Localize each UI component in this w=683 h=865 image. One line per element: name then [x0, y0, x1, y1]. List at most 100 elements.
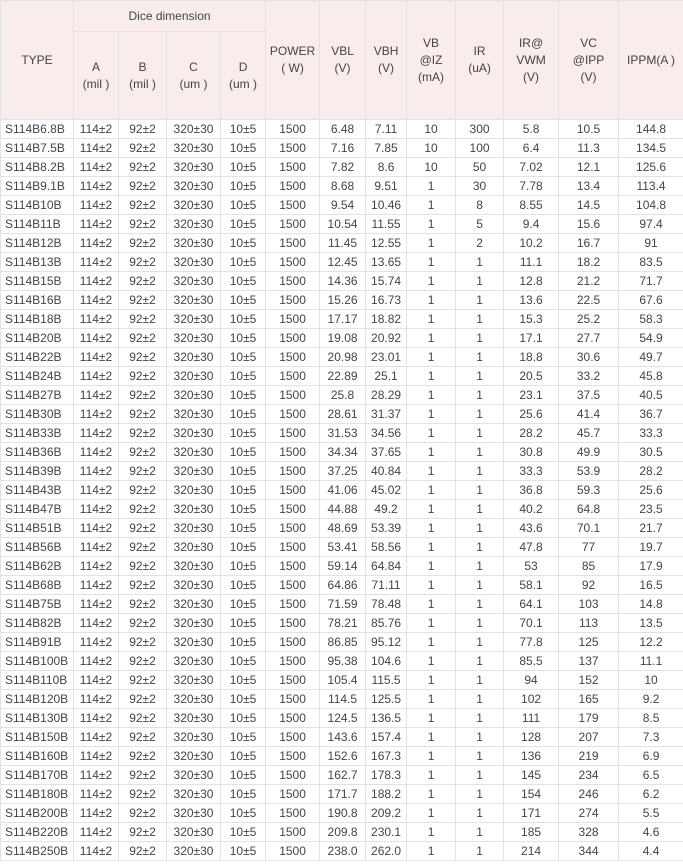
cell-ippm: 125.6 [618, 157, 683, 177]
cell-dim-d: 10±5 [219, 461, 267, 481]
cell-power: 1500 [265, 385, 321, 405]
cell-type: S114B27B [0, 385, 74, 405]
cell-ippm: 17.9 [618, 556, 683, 576]
cell-vc-ipp: 64.8 [558, 499, 620, 519]
cell-power: 1500 [265, 632, 321, 652]
cell-dim-b: 92±2 [118, 176, 167, 196]
cell-vbh: 9.51 [365, 176, 408, 196]
cell-type: S114B51B [0, 518, 74, 538]
cell-type: S114B39B [0, 461, 74, 481]
table-row: S114B56B 114±2 92±2 320±30 10±5 1500 53.41 58.5… [0, 537, 683, 557]
cell-vc-ipp: 15.6 [558, 214, 620, 234]
cell-dim-a: 114±2 [73, 233, 119, 253]
cell-ir: 1 [455, 784, 505, 804]
table-row: S114B11B 114±2 92±2 320±30 10±5 1500 10.54 11.5… [0, 214, 683, 234]
cell-type: S114B130B [0, 708, 74, 728]
cell-vbl: 143.6 [319, 727, 367, 747]
spec-table: TYPE Dice dimension POWER( W) VBL (V) VBH… [0, 0, 683, 861]
cell-dim-b: 92±2 [118, 708, 167, 728]
cell-power: 1500 [265, 119, 321, 139]
cell-dim-a: 114±2 [73, 689, 119, 709]
cell-ir-vwm: 10.2 [503, 233, 560, 253]
cell-power: 1500 [265, 708, 321, 728]
cell-vbh: 37.65 [365, 442, 408, 462]
cell-vbl: 15.26 [319, 290, 367, 310]
cell-type: S114B62B [0, 556, 74, 576]
cell-ippm: 14.8 [618, 594, 683, 614]
cell-dim-b: 92±2 [118, 575, 167, 595]
cell-vbl: 7.16 [319, 138, 367, 158]
cell-power: 1500 [265, 556, 321, 576]
cell-dim-d: 10±5 [219, 233, 267, 253]
cell-dim-d: 10±5 [219, 214, 267, 234]
cell-ir-vwm: 7.02 [503, 157, 560, 177]
cell-dim-d: 10±5 [219, 746, 267, 766]
cell-type: S114B8.2B [0, 157, 74, 177]
cell-dim-d: 10±5 [219, 594, 267, 614]
cell-vb-iz: 1 [406, 480, 457, 500]
cell-dim-a: 114±2 [73, 575, 119, 595]
cell-ir-vwm: 94 [503, 670, 560, 690]
cell-vbl: 11.45 [319, 233, 367, 253]
cell-ippm: 4.4 [618, 841, 683, 861]
cell-power: 1500 [265, 290, 321, 310]
cell-power: 1500 [265, 613, 321, 633]
header-vc-ipp: VC @IPP (V) [558, 0, 620, 120]
cell-vbl: 44.88 [319, 499, 367, 519]
cell-ippm: 25.6 [618, 480, 683, 500]
cell-dim-b: 92±2 [118, 670, 167, 690]
cell-dim-b: 92±2 [118, 518, 167, 538]
cell-vbh: 71.11 [365, 575, 408, 595]
cell-power: 1500 [265, 233, 321, 253]
cell-dim-b: 92±2 [118, 309, 167, 329]
cell-dim-c: 320±30 [166, 670, 221, 690]
cell-power: 1500 [265, 366, 321, 386]
cell-dim-d: 10±5 [219, 518, 267, 538]
cell-dim-b: 92±2 [118, 366, 167, 386]
cell-dim-c: 320±30 [166, 309, 221, 329]
cell-ir-vwm: 58.1 [503, 575, 560, 595]
cell-dim-a: 114±2 [73, 746, 119, 766]
cell-power: 1500 [265, 461, 321, 481]
cell-type: S114B200B [0, 803, 74, 823]
cell-type: S114B56B [0, 537, 74, 557]
header-dice-dimension: Dice dimension [72, 0, 267, 32]
cell-vc-ipp: 85 [558, 556, 620, 576]
cell-power: 1500 [265, 784, 321, 804]
cell-ir-vwm: 20.5 [503, 366, 560, 386]
cell-vc-ipp: 246 [558, 784, 620, 804]
cell-dim-c: 320±30 [166, 385, 221, 405]
cell-dim-b: 92±2 [118, 537, 167, 557]
cell-vb-iz: 10 [406, 138, 457, 158]
cell-vb-iz: 1 [406, 784, 457, 804]
cell-vb-iz: 1 [406, 727, 457, 747]
cell-ir-vwm: 43.6 [503, 518, 560, 538]
cell-dim-d: 10±5 [219, 670, 267, 690]
cell-vb-iz: 1 [406, 822, 457, 842]
cell-dim-a: 114±2 [73, 347, 119, 367]
cell-type: S114B100B [0, 651, 74, 671]
cell-ir-vwm: 214 [503, 841, 560, 861]
cell-dim-b: 92±2 [118, 214, 167, 234]
table-row: S114B16B 114±2 92±2 320±30 10±5 1500 15.26 16.7… [0, 290, 683, 310]
header-power: POWER( W) [265, 0, 321, 120]
header-dim-a: A (mil ) [73, 31, 119, 120]
header-dim-b: B (mil ) [118, 31, 167, 120]
cell-vbh: 45.02 [365, 480, 408, 500]
cell-ippm: 12.2 [618, 632, 683, 652]
cell-type: S114B9.1B [0, 176, 74, 196]
cell-ir: 1 [455, 518, 505, 538]
cell-ir: 1 [455, 765, 505, 785]
cell-ir: 1 [455, 461, 505, 481]
cell-type: S114B11B [0, 214, 74, 234]
cell-vbl: 19.08 [319, 328, 367, 348]
cell-ir: 1 [455, 708, 505, 728]
cell-vbl: 12.45 [319, 252, 367, 272]
cell-vc-ipp: 234 [558, 765, 620, 785]
cell-vbh: 85.76 [365, 613, 408, 633]
cell-dim-a: 114±2 [73, 252, 119, 272]
table-row: S114B170B 114±2 92±2 320±30 10±5 1500 162.7 178… [0, 765, 683, 785]
cell-vbl: 171.7 [319, 784, 367, 804]
cell-power: 1500 [265, 746, 321, 766]
cell-vc-ipp: 165 [558, 689, 620, 709]
